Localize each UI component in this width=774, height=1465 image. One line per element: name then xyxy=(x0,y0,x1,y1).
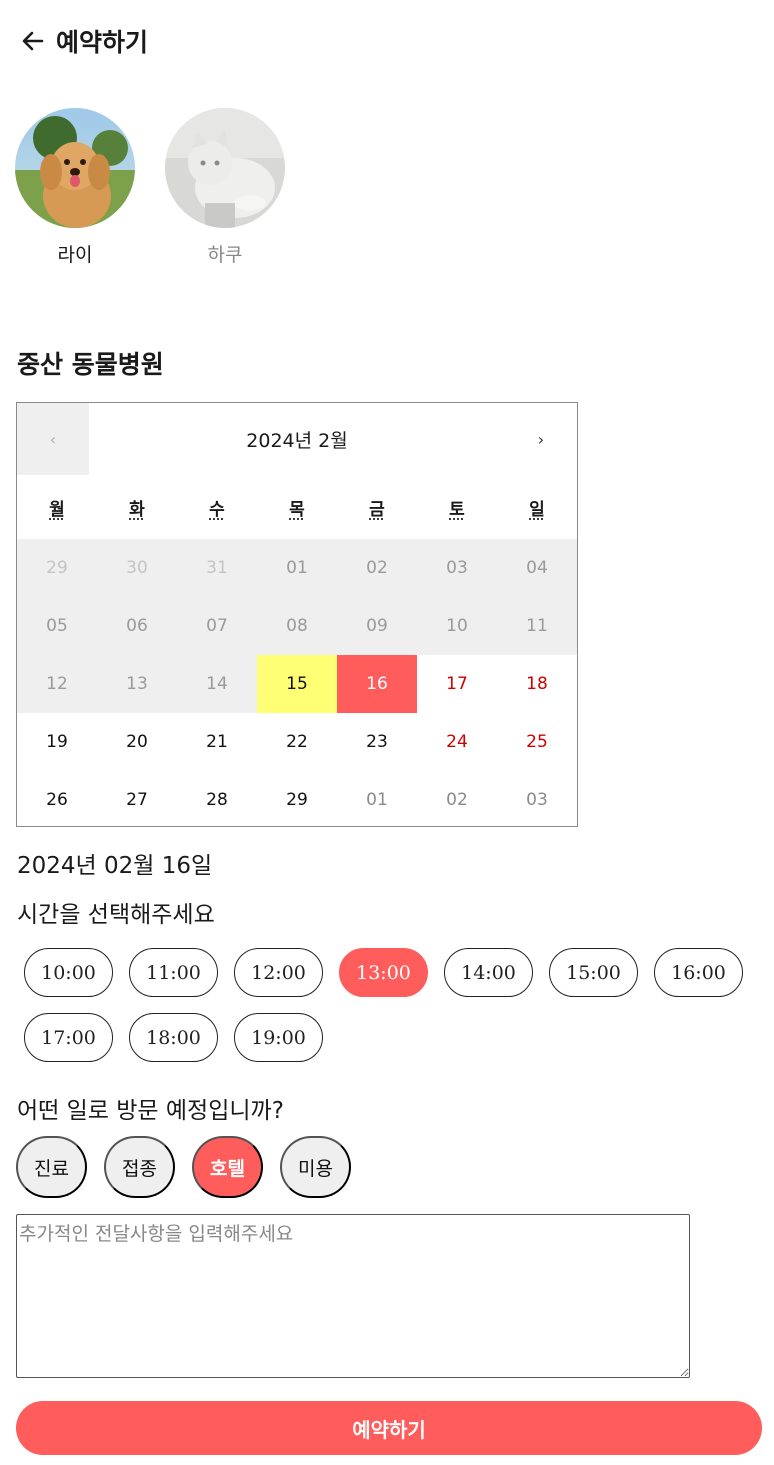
calendar-day: 09 xyxy=(337,597,417,655)
calendar-day: 10 xyxy=(417,597,497,655)
calendar-day: 06 xyxy=(97,597,177,655)
weekday-header: 월 화 수 목 금 토 일 xyxy=(17,475,577,539)
calendar-week: 29 30 31 01 02 03 04 xyxy=(17,539,577,597)
calendar-day[interactable]: 23 xyxy=(337,713,417,771)
calendar-day: 03 xyxy=(417,539,497,597)
weekday-label: 목 xyxy=(289,499,305,520)
calendar-day[interactable]: 22 xyxy=(257,713,337,771)
calendar-day[interactable]: 27 xyxy=(97,771,177,829)
calendar-day: 12 xyxy=(17,655,97,713)
calendar-day-selected[interactable]: 16 xyxy=(337,655,417,713)
time-slot-button[interactable]: 10:00 xyxy=(24,948,113,997)
time-slot-button[interactable]: 14:00 xyxy=(444,948,533,997)
calendar-day: 02 xyxy=(337,539,417,597)
cat-photo-illustration xyxy=(165,108,285,228)
calendar-day: 14 xyxy=(177,655,257,713)
dog-avatar[interactable] xyxy=(15,108,135,228)
weekday-label: 일 xyxy=(529,499,545,520)
calendar-week: 26 27 28 29 01 02 03 xyxy=(17,771,577,829)
time-slot-button[interactable]: 11:00 xyxy=(129,948,218,997)
calendar-day[interactable]: 03 xyxy=(497,771,577,829)
hospital-name: 중산 동물병원 xyxy=(17,350,164,379)
calendar-day[interactable]: 18 xyxy=(497,655,577,713)
reserve-submit-button[interactable]: 예약하기 xyxy=(16,1401,762,1455)
purpose-button-treatment[interactable]: 진료 xyxy=(16,1136,87,1198)
next-month-button[interactable]: › xyxy=(505,403,577,475)
calendar-day: 01 xyxy=(257,539,337,597)
calendar-day[interactable]: 20 xyxy=(97,713,177,771)
calendar-day[interactable]: 29 xyxy=(257,771,337,829)
memo-textarea[interactable] xyxy=(16,1214,690,1378)
pet-item-rai[interactable]: 라이 xyxy=(15,108,135,267)
visit-purpose-prompt: 어떤 일로 방문 예정입니까? xyxy=(17,1098,284,1124)
header: 예약하기 xyxy=(18,22,148,60)
weekday-label: 토 xyxy=(449,499,465,520)
calendar-month-label: 2024년 2월 xyxy=(246,429,348,452)
time-slot-button[interactable]: 17:00 xyxy=(24,1013,113,1062)
time-slot-button-selected[interactable]: 13:00 xyxy=(339,948,428,997)
back-button[interactable] xyxy=(18,26,48,56)
calendar-day[interactable]: 02 xyxy=(417,771,497,829)
weekday-label: 화 xyxy=(129,499,145,520)
calendar-day-today[interactable]: 15 xyxy=(257,655,337,713)
pet-item-haku[interactable]: 하쿠 xyxy=(165,108,285,267)
calendar-day: 13 xyxy=(97,655,177,713)
calendar-day: 11 xyxy=(497,597,577,655)
time-slot-list: 10:00 11:00 12:00 13:00 14:00 15:00 16:0… xyxy=(24,948,764,1078)
weekday-label: 월 xyxy=(49,499,65,520)
pet-name: 라이 xyxy=(57,244,93,266)
calendar-day[interactable]: 19 xyxy=(17,713,97,771)
calendar-day[interactable]: 28 xyxy=(177,771,257,829)
time-slot-button[interactable]: 15:00 xyxy=(549,948,638,997)
calendar-day[interactable]: 01 xyxy=(337,771,417,829)
pet-selector: 라이 하쿠 xyxy=(15,108,315,267)
calendar-day: 07 xyxy=(177,597,257,655)
calendar-week: 05 06 07 08 09 10 11 xyxy=(17,597,577,655)
visit-purpose-options: 진료 접종 호텔 미용 xyxy=(16,1136,368,1198)
calendar: ‹ 2024년 2월 › 월 화 수 목 금 토 일 29 30 31 01 0… xyxy=(16,402,578,827)
purpose-button-vaccination[interactable]: 접종 xyxy=(104,1136,175,1198)
arrow-left-icon xyxy=(22,31,44,51)
cat-avatar[interactable] xyxy=(165,108,285,228)
calendar-navigation: ‹ 2024년 2월 › xyxy=(17,403,577,475)
calendar-day: 04 xyxy=(497,539,577,597)
calendar-week: 12 13 14 15 16 17 18 xyxy=(17,655,577,713)
time-slot-button[interactable]: 12:00 xyxy=(234,948,323,997)
dog-photo-illustration xyxy=(15,108,135,228)
time-prompt: 시간을 선택해주세요 xyxy=(17,902,215,928)
calendar-day[interactable]: 26 xyxy=(17,771,97,829)
calendar-day[interactable]: 17 xyxy=(417,655,497,713)
calendar-day: 29 xyxy=(17,539,97,597)
time-slot-button[interactable]: 16:00 xyxy=(654,948,743,997)
calendar-day: 31 xyxy=(177,539,257,597)
time-slot-button[interactable]: 18:00 xyxy=(129,1013,218,1062)
weekday-label: 금 xyxy=(369,499,385,520)
calendar-week: 19 20 21 22 23 24 25 xyxy=(17,713,577,771)
calendar-day[interactable]: 21 xyxy=(177,713,257,771)
calendar-day: 08 xyxy=(257,597,337,655)
weekday-label: 수 xyxy=(209,499,225,520)
purpose-button-hotel[interactable]: 호텔 xyxy=(192,1136,263,1198)
calendar-day: 05 xyxy=(17,597,97,655)
page-title: 예약하기 xyxy=(56,28,149,57)
selected-date-text: 2024년 02월 16일 xyxy=(17,853,213,879)
purpose-button-grooming[interactable]: 미용 xyxy=(280,1136,351,1198)
calendar-day[interactable]: 25 xyxy=(497,713,577,771)
calendar-day: 30 xyxy=(97,539,177,597)
prev-month-button[interactable]: ‹ xyxy=(17,403,89,475)
calendar-grid: 29 30 31 01 02 03 04 05 06 07 08 09 10 1… xyxy=(17,539,577,829)
time-slot-button[interactable]: 19:00 xyxy=(234,1013,323,1062)
pet-name: 하쿠 xyxy=(207,244,243,266)
calendar-day[interactable]: 24 xyxy=(417,713,497,771)
